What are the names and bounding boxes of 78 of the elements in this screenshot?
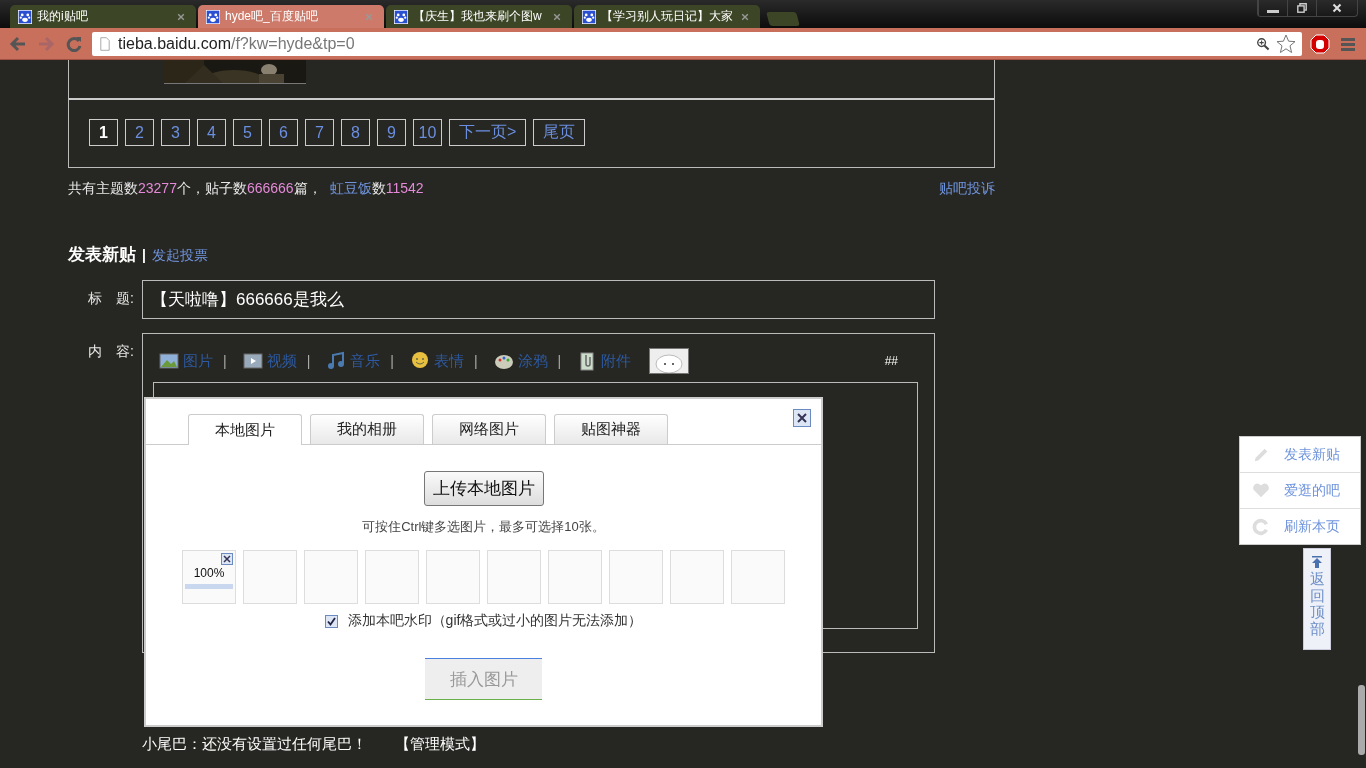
browser-tab[interactable]: 【学习别人玩日记】大家: [574, 5, 760, 28]
field-label: 标 题:: [87, 289, 134, 308]
upload-button[interactable]: 上传本地图片: [423, 471, 544, 506]
star-icon[interactable]: [1276, 33, 1296, 54]
dialog-tab[interactable]: 网络图片: [432, 414, 546, 444]
progress-bar: [185, 583, 233, 589]
empty-slot: [304, 550, 358, 604]
back-to-top-button[interactable]: 返回顶部: [1303, 548, 1331, 650]
separator: |: [223, 353, 227, 369]
forum-stats: 共有主题数23277个，贴子数666666篇， 虹豆饭数11542: [68, 180, 424, 198]
section-heading: 发表新贴: [68, 244, 136, 266]
minimize-icon: [1267, 9, 1279, 13]
page-link[interactable]: 2: [125, 119, 154, 146]
page-link[interactable]: 1: [89, 119, 118, 146]
checkbox-label: 添加本吧水印（gif格式或过小的图片无法添加）: [347, 612, 643, 630]
checkbox[interactable]: [324, 614, 338, 628]
empty-slot: [548, 550, 602, 604]
page-link[interactable]: 6: [269, 119, 298, 146]
separator: |: [142, 247, 146, 263]
side-menu-item[interactable]: 刷新本页: [1240, 509, 1360, 544]
hint-text: 可按住Ctrl键多选图片，最多可选择10张。: [362, 518, 605, 536]
browser-tab[interactable]: hyde吧_百度贴吧: [198, 5, 384, 28]
dialog-tab[interactable]: 我的相册: [310, 414, 424, 444]
page-link[interactable]: 10: [413, 119, 442, 146]
field-label: 内 容:: [87, 342, 134, 361]
page-icon: [98, 36, 112, 51]
heart-icon: [1252, 481, 1270, 500]
separator: |: [390, 353, 394, 369]
close-icon[interactable]: [793, 409, 811, 427]
title-field[interactable]: 【天啦噜】666666是我么: [142, 280, 935, 319]
side-menu-item[interactable]: 爱逛的吧: [1240, 473, 1360, 509]
refresh-icon: [1252, 517, 1270, 536]
music-note-icon: [326, 351, 347, 371]
empty-slot: [609, 550, 663, 604]
empty-slot: [365, 550, 419, 604]
empty-slot: [426, 550, 480, 604]
remove-icon[interactable]: [221, 553, 233, 565]
emoticon-icon[interactable]: [649, 348, 690, 374]
side-menu-item[interactable]: 发表新贴: [1240, 437, 1360, 473]
signature-text: 小尾巴：还没有设置过任何尾巴！: [142, 735, 367, 754]
browser-tab[interactable]: 【庆生】我也来刷个图w: [386, 5, 572, 28]
restore-icon: [1295, 1, 1309, 15]
smiley-icon: [409, 351, 430, 371]
vote-link[interactable]: 发起投票: [151, 247, 208, 265]
paw-icon: [206, 9, 220, 24]
hash-text: ##: [884, 354, 898, 368]
separator: |: [557, 353, 562, 369]
empty-slot: [487, 550, 541, 604]
url-text: tieba.baidu.com/f?kw=hyde&tp=0: [118, 34, 355, 53]
complaint-link[interactable]: 贴吧投诉: [939, 180, 995, 198]
picture-icon: [159, 351, 179, 371]
separator: |: [473, 353, 478, 369]
page-link[interactable]: 5: [233, 119, 262, 146]
page-link[interactable]: 3: [161, 119, 190, 146]
address-bar[interactable]: tieba.baidu.com/f?kw=hyde&tp=0: [92, 31, 1302, 56]
empty-slot: [670, 550, 724, 604]
dialog-tab[interactable]: 本地图片: [188, 414, 302, 445]
dialog-tab[interactable]: 贴图神器: [554, 414, 668, 444]
paw-icon: [582, 9, 596, 24]
paw-icon: [18, 9, 32, 24]
separator: |: [306, 353, 311, 369]
zoom-icon[interactable]: [1256, 36, 1270, 51]
page-link[interactable]: 8: [341, 119, 370, 146]
film-icon: [242, 351, 263, 371]
page-link[interactable]: 7: [305, 119, 334, 146]
page-link[interactable]: 9: [377, 119, 406, 146]
close-icon: [1330, 1, 1344, 15]
empty-slot: [731, 550, 785, 604]
next-page-link[interactable]: 下一页>: [449, 119, 527, 146]
empty-slot: [243, 550, 297, 604]
up-arrow-icon: [1310, 555, 1324, 569]
page-link[interactable]: 4: [197, 119, 226, 146]
last-page-link[interactable]: 尾页: [533, 119, 586, 146]
paw-icon: [394, 9, 408, 24]
progress-text: 100%: [193, 565, 225, 580]
browser-tab[interactable]: 我的i贴吧: [10, 5, 196, 28]
manage-mode-link[interactable]: 【管理模式】: [395, 735, 485, 754]
scrollbar-thumb[interactable]: [1358, 685, 1365, 755]
